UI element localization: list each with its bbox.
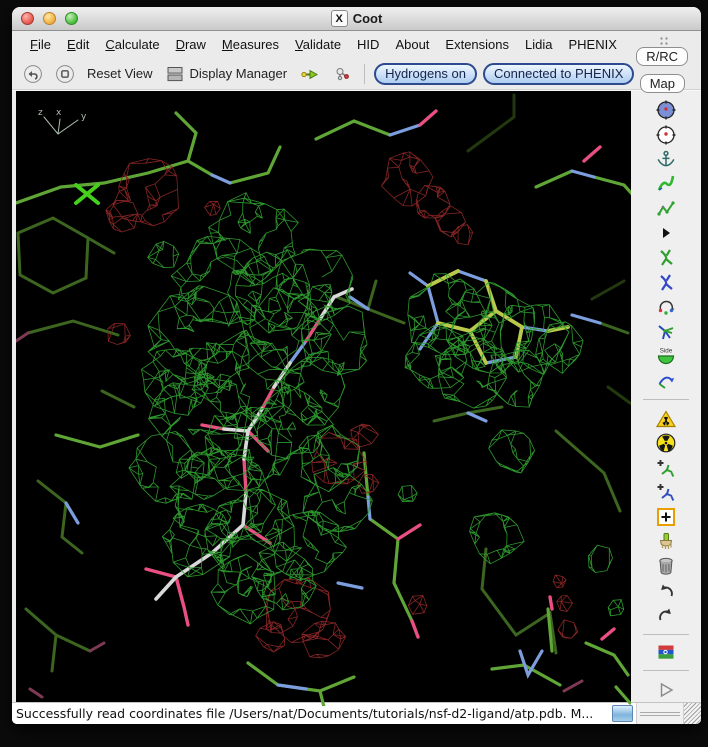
molecule-icon <box>332 64 352 84</box>
zoom-button[interactable] <box>65 12 78 25</box>
menu-edit[interactable]: Edit <box>59 34 97 55</box>
svg-text:Side: Side <box>660 348 673 355</box>
toolbar: Reset View Display Manager Hydrogens <box>12 58 701 90</box>
place-atom-icon[interactable] <box>654 506 678 529</box>
toolbar-separator <box>364 64 365 84</box>
anchor-icon[interactable] <box>654 148 678 171</box>
menu-lidia[interactable]: Lidia <box>517 34 560 55</box>
menu-hid[interactable]: HID <box>349 34 387 55</box>
coot-window: X Coot FileEditCalculateDrawMeasuresVali… <box>12 7 701 724</box>
sidebar-separator <box>643 399 689 400</box>
menu-file[interactable]: File <box>22 34 59 55</box>
menu-measures[interactable]: Measures <box>214 34 287 55</box>
hydrogens-toggle-button[interactable]: Hydrogens on <box>374 63 477 85</box>
side-chain-flip-icon[interactable]: Side <box>654 345 678 368</box>
add-alt-conf-icon[interactable] <box>654 481 678 504</box>
auto-fit-rotamer-icon[interactable] <box>654 320 678 343</box>
rotamer-green-icon[interactable] <box>654 247 678 270</box>
clear-picks-icon[interactable] <box>654 530 678 553</box>
rotate-translate-icon[interactable] <box>654 296 678 319</box>
add-terminal-residue-icon[interactable] <box>654 456 678 479</box>
jiggle-fit-icon[interactable] <box>654 432 678 455</box>
titlebar[interactable]: X Coot <box>12 7 701 31</box>
minimize-button[interactable] <box>43 12 56 25</box>
status-message: Successfully read coordinates file /User… <box>12 706 609 721</box>
back-button[interactable] <box>20 62 46 86</box>
stop-button[interactable] <box>52 62 78 86</box>
play-icon[interactable] <box>654 678 678 701</box>
axis-label-y: y <box>81 112 87 122</box>
redo-icon[interactable] <box>654 604 678 627</box>
axis-label-x: x <box>56 108 62 118</box>
display-manager-icon <box>165 64 185 84</box>
regularize-zone-icon[interactable] <box>654 197 678 220</box>
molecule-viewport[interactable]: zxy <box>16 91 631 706</box>
gl-canvas-container: zxy <box>16 91 631 702</box>
stop-icon <box>55 64 75 84</box>
sidebar-separator <box>643 670 689 671</box>
delete-item-icon[interactable] <box>654 555 678 578</box>
menu-calculate[interactable]: Calculate <box>97 34 167 55</box>
back-icon <box>23 64 43 84</box>
window-title: X Coot <box>12 10 701 27</box>
go-forward-button[interactable] <box>296 63 323 85</box>
map-button[interactable]: Map <box>640 74 685 93</box>
ligand-builder-button[interactable] <box>329 62 355 86</box>
axis-label-z: z <box>38 108 43 118</box>
display-manager-label: Display Manager <box>190 66 288 81</box>
flip-peptide-icon[interactable] <box>654 370 678 393</box>
resize-grip[interactable] <box>683 703 701 724</box>
undo-icon[interactable] <box>654 580 678 603</box>
menu-about[interactable]: About <box>387 34 437 55</box>
window-title-text: Coot <box>353 11 383 26</box>
refine-zone-icon[interactable] <box>654 173 678 196</box>
traffic-lights <box>21 12 78 25</box>
rotamer-blue-icon[interactable] <box>654 271 678 294</box>
status-scrollbar-thumb[interactable] <box>612 705 633 722</box>
sidebar-separator <box>643 634 689 635</box>
menubar: FileEditCalculateDrawMeasuresValidateHID… <box>12 31 701 58</box>
reset-view-label: Reset View <box>87 66 153 81</box>
close-button[interactable] <box>21 12 34 25</box>
reset-view-button[interactable]: Reset View <box>84 64 156 83</box>
rrc-button[interactable]: R/RC <box>636 47 688 66</box>
model-refine-toolbar: Side <box>631 91 701 702</box>
menu-phenix[interactable]: PHENIX <box>560 34 624 55</box>
green-arrow-icon <box>299 65 320 83</box>
menu-extensions[interactable]: Extensions <box>437 34 517 55</box>
flag-icon[interactable] <box>654 641 678 664</box>
status-scrollbar-track[interactable] <box>637 703 683 724</box>
display-manager-button[interactable]: Display Manager <box>162 62 291 86</box>
menu-validate[interactable]: Validate <box>287 34 349 55</box>
expand-toolbar-icon[interactable] <box>654 222 678 245</box>
main-area: z x y Side <box>12 90 701 702</box>
map-sphere-white-icon[interactable] <box>654 124 678 147</box>
x11-icon: X <box>331 10 348 27</box>
torsion-warning-icon[interactable] <box>654 407 678 430</box>
map-sphere-blue-icon[interactable] <box>654 99 678 122</box>
statusbar-corner <box>636 703 701 724</box>
menu-draw[interactable]: Draw <box>168 34 214 55</box>
phenix-connection-button[interactable]: Connected to PHENIX <box>483 63 634 85</box>
